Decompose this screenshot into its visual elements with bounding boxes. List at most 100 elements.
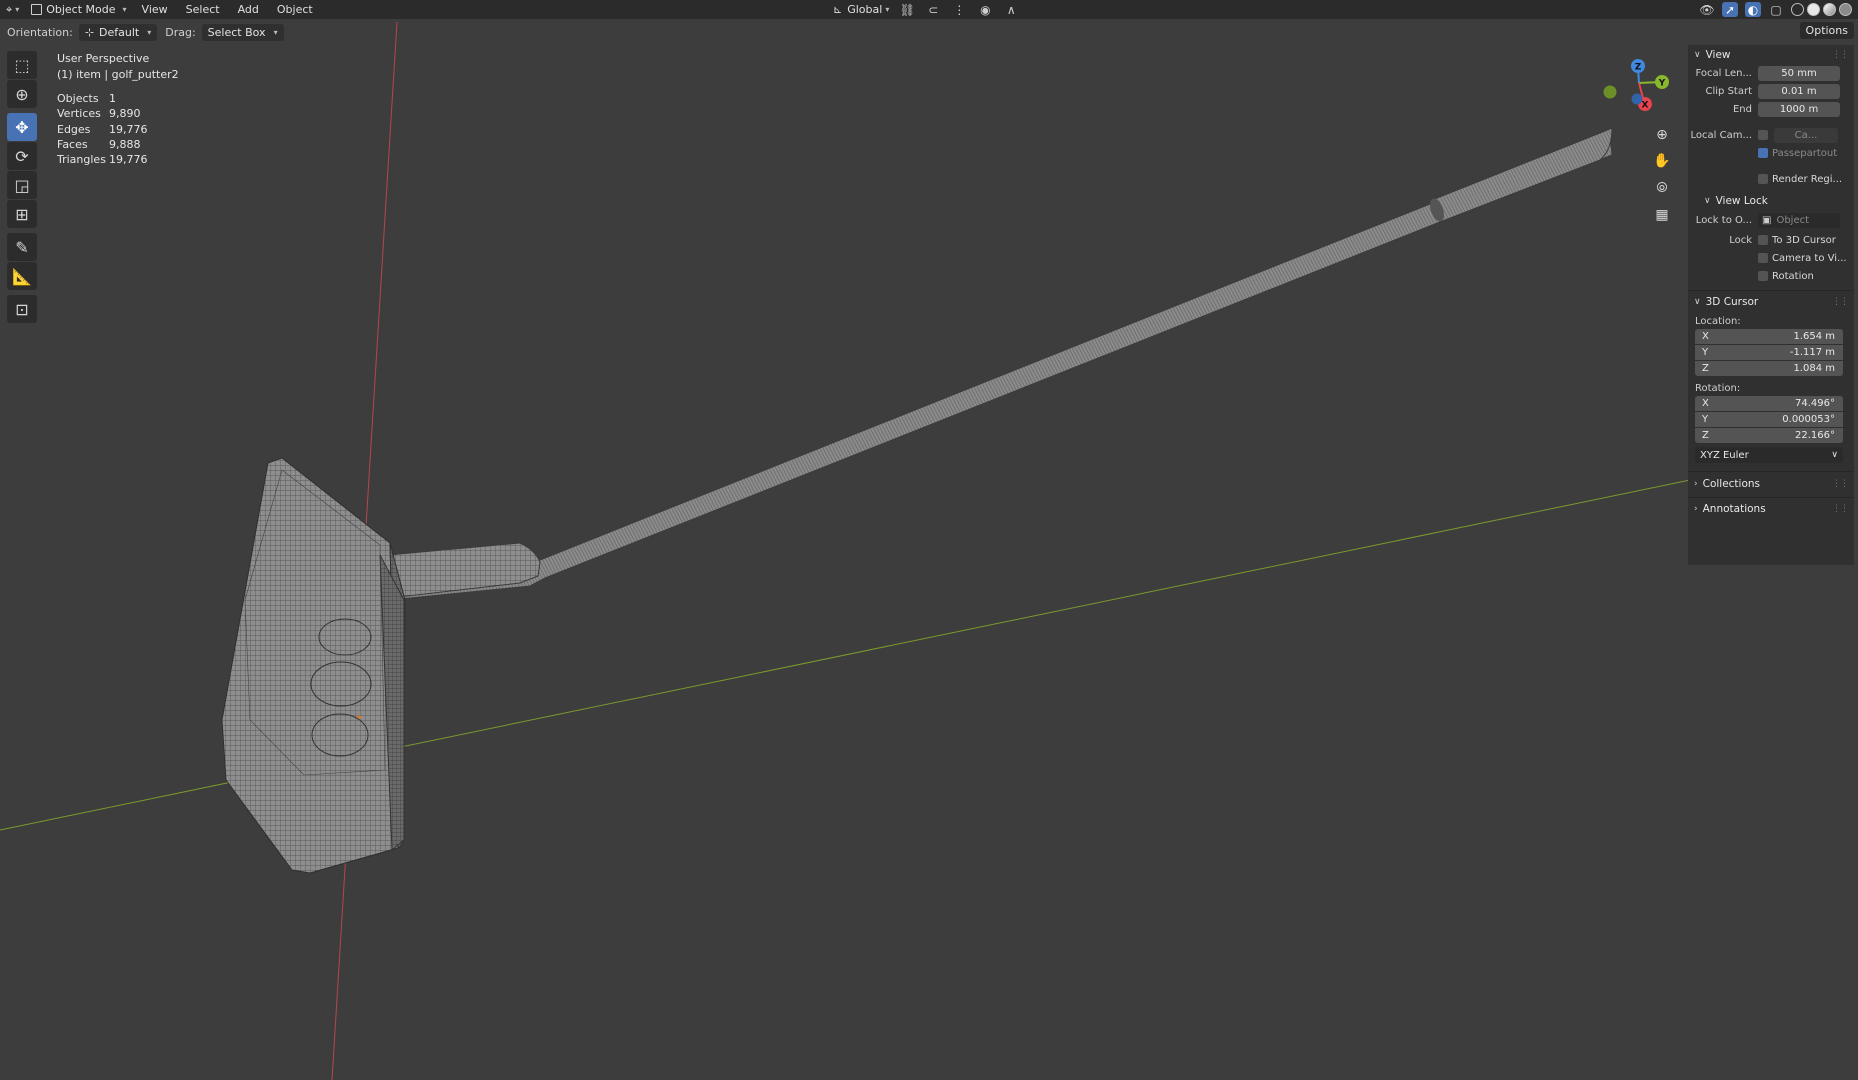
- clip-start-label: Clip Start: [1705, 85, 1753, 97]
- stat-value: 9,890: [109, 107, 141, 121]
- falloff-icon[interactable]: ∧: [1003, 2, 1019, 17]
- collections-section-header[interactable]: › Collections ⋮⋮: [1688, 471, 1854, 493]
- view-name: User Perspective: [57, 52, 150, 65]
- location-x-field[interactable]: X 1.654 m: [1695, 329, 1843, 344]
- axis-value: 1.654 m: [1793, 331, 1835, 342]
- local-camera-field[interactable]: Ca...: [1774, 127, 1838, 143]
- lock-label: Lock: [1729, 234, 1752, 246]
- object-mode-icon: [31, 4, 43, 15]
- drag-grip-icon[interactable]: ⋮⋮: [1832, 297, 1849, 307]
- clip-end-field[interactable]: 1000 m: [1758, 101, 1840, 117]
- cursor-section-header[interactable]: ∨ 3D Cursor ⋮⋮: [1688, 290, 1854, 311]
- orientation-value: Default: [99, 25, 140, 39]
- navigation-gizmo[interactable]: Z Y X: [1595, 55, 1675, 125]
- location-y-field[interactable]: Y -1.117 m: [1695, 345, 1843, 360]
- orientation-icon: ⊾: [833, 3, 843, 16]
- render-region-checkbox[interactable]: Render Regi...: [1758, 174, 1842, 185]
- measure-tool[interactable]: 📐: [7, 262, 37, 290]
- proportional-edit-icon[interactable]: ◉: [977, 2, 993, 17]
- focal-length-field[interactable]: 50 mm: [1758, 65, 1840, 81]
- chevron-right-icon: ›: [1694, 479, 1698, 489]
- visibility-icon[interactable]: 👁: [1699, 2, 1715, 17]
- clip-end-label: End: [1732, 103, 1752, 115]
- scene-statistics: Objects 1 Vertices 9,890 Edges 19,776 Faces…: [57, 91, 148, 167]
- clip-start-field[interactable]: 0.01 m: [1758, 83, 1840, 99]
- editor-type-button[interactable]: ⌖ ▾: [0, 0, 25, 19]
- passepartout-checkbox[interactable]: Passepartout: [1758, 148, 1837, 159]
- location-label: Location:: [1695, 315, 1741, 327]
- add-cube-icon: ⊡: [15, 299, 29, 319]
- mode-dropdown[interactable]: Object Mode ▾: [25, 0, 132, 19]
- transform-icon: ⊞: [15, 204, 29, 224]
- drag-grip-icon[interactable]: ⋮⋮: [1832, 479, 1849, 489]
- solid-shading-icon[interactable]: [1807, 3, 1820, 16]
- lock-cursor-row: Lock To 3D Cursor: [1688, 231, 1854, 249]
- view-section-header[interactable]: ∨ View ⋮⋮: [1688, 46, 1854, 64]
- annotations-section-header[interactable]: › Annotations ⋮⋮: [1688, 497, 1854, 518]
- ortho-toggle-control[interactable]: ▦: [1648, 204, 1676, 226]
- gizmo-z-label: Z: [1635, 63, 1642, 73]
- lock-to-cursor-checkbox[interactable]: To 3D Cursor: [1758, 235, 1836, 246]
- axis-label: Y: [1702, 414, 1709, 425]
- cursor-tool[interactable]: ⊕: [7, 80, 37, 108]
- drag-grip-icon[interactable]: ⋮⋮: [1832, 504, 1849, 514]
- move-tool[interactable]: ✥: [7, 113, 37, 141]
- menu-select[interactable]: Select: [177, 0, 229, 19]
- lock-rotation-checkbox[interactable]: Rotation: [1758, 271, 1814, 282]
- stat-row: Edges 19,776: [57, 122, 148, 137]
- axis-label: X: [1702, 331, 1709, 342]
- add-cube-tool[interactable]: ⊡: [7, 295, 37, 323]
- menu-view[interactable]: View: [133, 0, 177, 19]
- stat-row: Faces 9,888: [57, 137, 148, 152]
- snap-target-icon[interactable]: ⋮: [951, 2, 967, 17]
- rotation-z-field[interactable]: Z 22.166°: [1695, 428, 1843, 443]
- local-camera-checkbox[interactable]: [1758, 130, 1768, 140]
- transform-orientation-dropdown[interactable]: ⊾ Global ▾: [833, 0, 889, 19]
- annotate-tool[interactable]: ✎: [7, 233, 37, 261]
- material-shading-icon[interactable]: [1823, 3, 1836, 16]
- stat-label: Edges: [57, 122, 91, 136]
- gizmo-toggle-icon[interactable]: ➚: [1722, 2, 1738, 17]
- weight-port: [310, 661, 372, 707]
- gizmo-neg-y-axis[interactable]: [1603, 85, 1617, 99]
- golf-putter-mesh[interactable]: [221, 127, 1613, 874]
- camera-view-control[interactable]: ⦾: [1648, 177, 1676, 199]
- focal-length-label: Focal Len...: [1695, 67, 1752, 79]
- rendered-shading-icon[interactable]: [1839, 3, 1852, 16]
- camera-to-view-row: Camera to Vi...: [1688, 249, 1854, 267]
- rotation-x-field[interactable]: X 74.496°: [1695, 396, 1843, 411]
- select-box-tool[interactable]: ⬚: [7, 51, 37, 79]
- options-button[interactable]: Options: [1799, 22, 1854, 39]
- pan-control[interactable]: ✋: [1648, 150, 1676, 172]
- orientation-dropdown[interactable]: ⊹ Default ▾: [78, 23, 158, 41]
- drag-grip-icon[interactable]: ⋮⋮: [1832, 50, 1849, 60]
- axis-label: Y: [1702, 347, 1709, 358]
- menu-object[interactable]: Object: [268, 0, 322, 19]
- stat-label: Vertices: [57, 107, 101, 121]
- transform-tool[interactable]: ⊞: [7, 200, 37, 228]
- object-info: (1) item | golf_putter2: [57, 68, 179, 81]
- viewport-canvas[interactable]: [0, 0, 1858, 1080]
- camera-to-view-checkbox[interactable]: Camera to Vi...: [1758, 253, 1847, 264]
- gizmo-neg-z-axis[interactable]: [1631, 93, 1643, 105]
- rotate-tool[interactable]: ⟳: [7, 142, 37, 170]
- location-z-field[interactable]: Z 1.084 m: [1695, 361, 1843, 376]
- wireframe-shading-icon[interactable]: [1791, 3, 1804, 16]
- lock-object-value: Object: [1776, 215, 1810, 226]
- drag-dropdown[interactable]: Select Box ▾: [201, 23, 284, 41]
- scale-tool[interactable]: ◲: [7, 171, 37, 199]
- snap-icon[interactable]: ⊂: [925, 2, 941, 17]
- overlays-icon[interactable]: ◐: [1745, 2, 1761, 17]
- rotation-y-field[interactable]: Y 0.000053°: [1695, 412, 1843, 427]
- rotation-mode-dropdown[interactable]: XYZ Euler ∨: [1695, 447, 1843, 463]
- zoom-control[interactable]: ⊕: [1648, 124, 1676, 146]
- xray-icon[interactable]: ▢: [1768, 2, 1784, 17]
- menu-add[interactable]: Add: [229, 0, 268, 19]
- view-lock-header[interactable]: ∨ View Lock: [1688, 192, 1854, 210]
- pivot-point-icon[interactable]: ⛓: [899, 2, 915, 17]
- passepartout-label: Passepartout: [1772, 147, 1838, 159]
- lock-object-field[interactable]: ▣ Object: [1758, 213, 1840, 228]
- rotation-label: Rotation:: [1695, 382, 1741, 394]
- collections-title: Collections: [1702, 478, 1761, 490]
- camera-to-view-label: Camera to Vi...: [1772, 252, 1847, 264]
